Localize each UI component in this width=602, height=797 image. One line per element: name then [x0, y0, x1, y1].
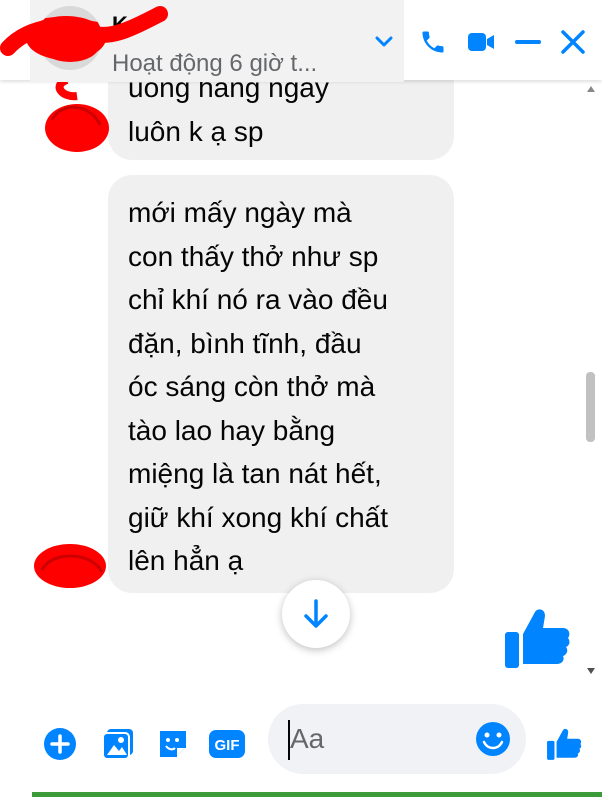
message-composer: GIF — [0, 700, 602, 790]
image-icon[interactable] — [100, 726, 136, 762]
message-line: đặn, bình tĩnh, đầu — [128, 327, 362, 359]
message-list[interactable]: uống hàng ngày luôn k ạ sp mới mấy ngày … — [0, 80, 602, 690]
message-line: miệng là tan nát hết, — [128, 458, 382, 489]
minimize-icon[interactable] — [512, 24, 544, 60]
message-line: lên hẳn ạ — [128, 545, 244, 576]
sticker-icon[interactable] — [155, 726, 191, 762]
emoji-icon[interactable] — [474, 720, 514, 760]
message-line: giữ khí xong khí chất — [128, 501, 388, 533]
message-line: mới mấy ngày mà — [128, 197, 352, 228]
sent-thumbs-up[interactable] — [503, 606, 571, 675]
redaction-mark — [0, 6, 168, 60]
arrow-down-icon — [304, 599, 328, 628]
message-input-box[interactable] — [268, 704, 526, 774]
redaction-mark — [45, 80, 109, 152]
message-bubble[interactable]: mới mấy ngày mà con thấy thở như sp chỉ … — [108, 175, 454, 593]
thumbs-up-icon[interactable] — [546, 726, 582, 762]
message-bubble[interactable]: uống hàng ngày luôn k ạ sp — [108, 80, 454, 160]
message-input[interactable] — [288, 718, 472, 760]
phone-icon[interactable] — [416, 24, 450, 60]
scroll-down-arrow[interactable] — [587, 668, 595, 674]
scrollbar-thumb[interactable] — [586, 372, 595, 442]
redaction-mark — [34, 544, 106, 588]
message-line: con thấy thở như sp — [128, 240, 379, 272]
message-line: luôn k ạ sp — [128, 115, 264, 147]
chat-header: Ka Hoạt động 6 giờ t... — [0, 0, 602, 82]
scroll-to-bottom-button[interactable] — [282, 580, 350, 648]
thumbs-up-icon — [505, 609, 570, 668]
gif-label: GIF — [215, 737, 240, 754]
message-line: uống hàng ngày — [128, 80, 329, 103]
message-line: chỉ khí nó ra vào đều — [128, 284, 388, 315]
gif-icon[interactable]: GIF — [208, 726, 246, 762]
scrollbar[interactable] — [584, 86, 598, 690]
close-icon[interactable] — [557, 24, 589, 60]
window-border — [32, 792, 602, 797]
plus-circle-icon[interactable] — [42, 726, 78, 762]
video-camera-icon[interactable] — [464, 24, 498, 60]
message-line: tào lao hay bằng — [128, 414, 336, 446]
message-line: óc sáng còn thở mà — [128, 371, 376, 402]
scroll-up-arrow[interactable] — [587, 86, 595, 92]
chevron-down-icon[interactable] — [372, 24, 396, 60]
